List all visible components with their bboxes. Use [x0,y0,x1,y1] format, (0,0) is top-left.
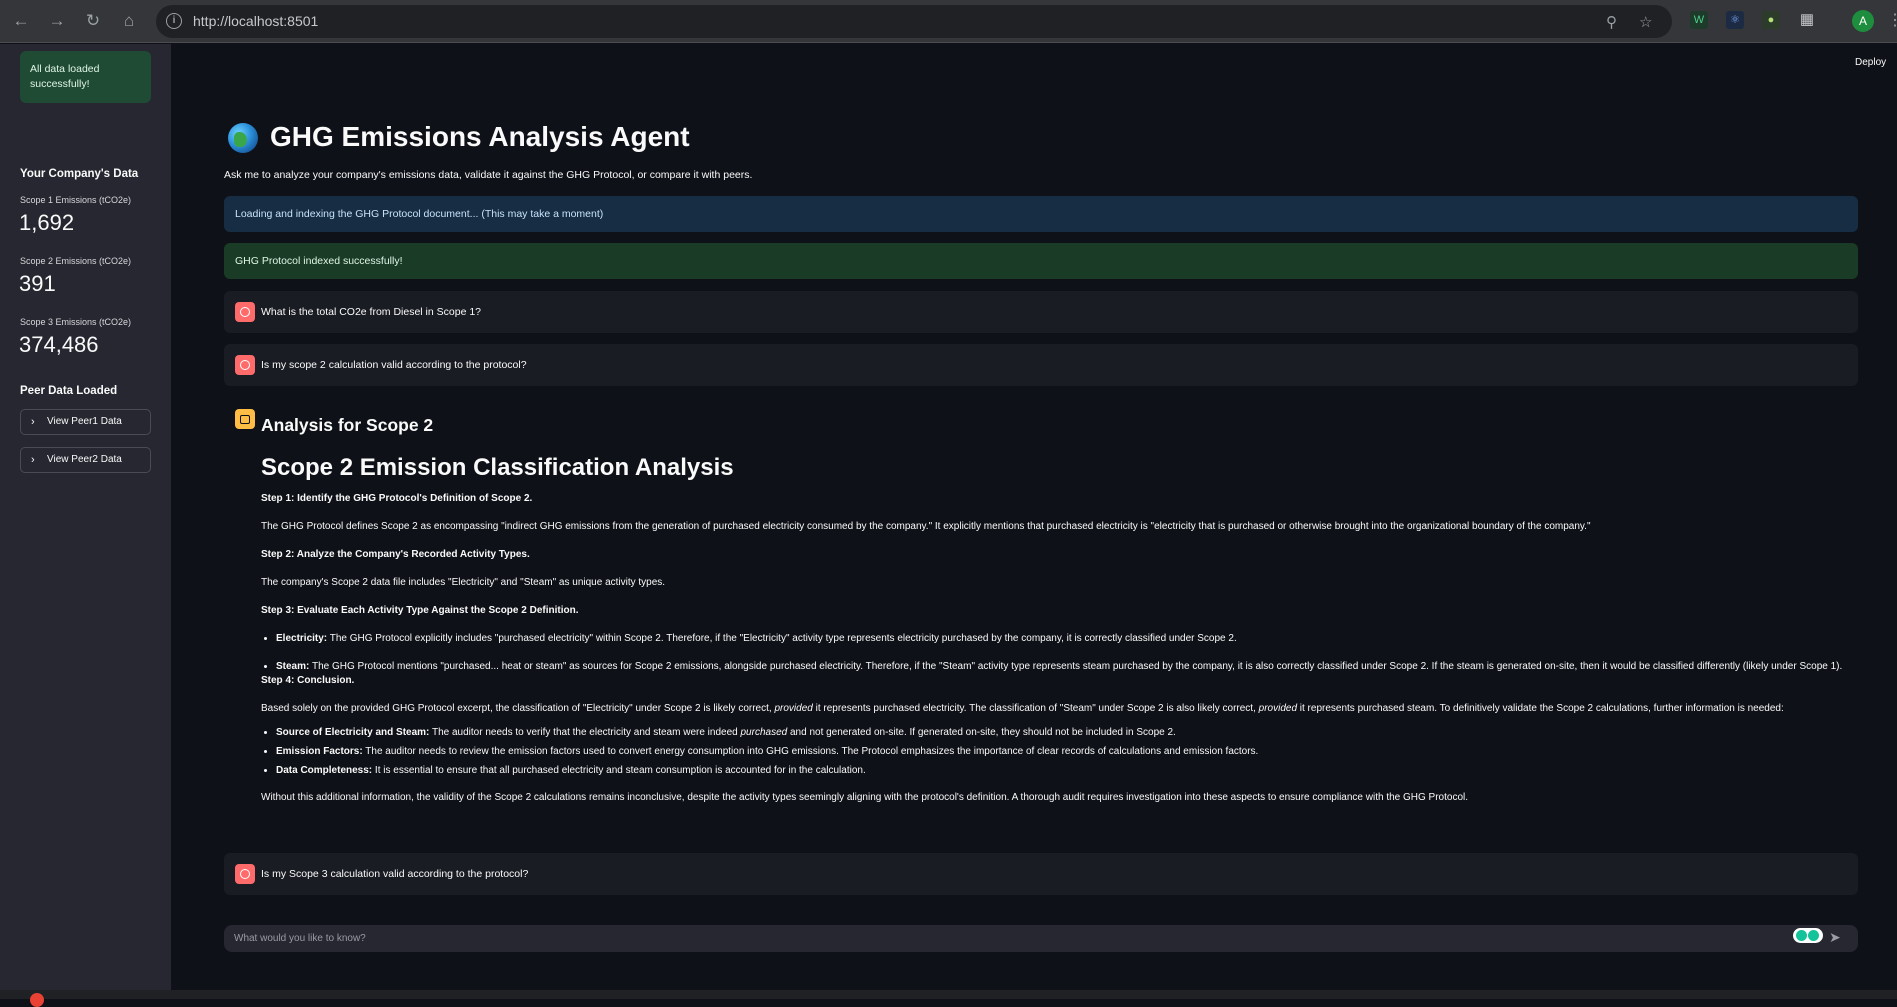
chevron-right-icon: › [31,416,35,428]
user-chat-message: What is the total CO2e from Diesel in Sc… [224,291,1858,333]
final-text: Without this additional information, the… [261,792,1469,803]
page-subtitle: Ask me to analyze your company's emissio… [224,169,753,181]
profile-avatar[interactable]: A [1852,10,1874,32]
list-item-text: The GHG Protocol mentions "purchased... … [309,661,1843,672]
list-item: Data Completeness: It is essential to en… [276,764,1861,778]
list-item: Source of Electricity and Steam: The aud… [276,726,1861,740]
user-avatar-icon [235,302,255,322]
extension-globe-icon[interactable]: ● [1762,11,1780,29]
peer1-expander-label: View Peer1 Data [47,416,122,427]
requirements-list: Source of Electricity and Steam: The aud… [276,726,1861,778]
forward-arrow-icon[interactable]: → [46,10,68,32]
user-avatar-icon [235,355,255,375]
send-icon[interactable]: ➤ [1829,929,1841,946]
peer2-expander-label: View Peer2 Data [47,454,122,465]
peer2-expander[interactable]: › View Peer2 Data [20,447,151,473]
list-item-term: Electricity: [276,633,328,644]
scope1-metric-value: 1,692 [19,210,75,235]
list-item-text: The GHG Protocol explicitly includes "pu… [327,633,1237,644]
assistant-message: Analysis for Scope 2 Scope 2 Emission Cl… [261,415,1861,819]
scope3-metric-value: 374,486 [19,332,99,357]
grammarly-icon[interactable] [1793,928,1823,943]
analysis-section-title: Scope 2 Emission Classification Analysis [261,454,734,481]
conclusion-text: Based solely on the provided GHG Protoco… [261,703,1784,714]
user-chat-message: Is my Scope 3 calculation valid accordin… [224,853,1858,895]
peer1-expander[interactable]: › View Peer1 Data [20,409,151,435]
chat-input-box[interactable]: ➤ [224,925,1858,952]
chat-input[interactable] [234,925,1794,952]
assistant-avatar-icon [235,409,255,429]
step2-text: The company's Scope 2 data file includes… [261,577,666,588]
scope2-metric-label: Scope 2 Emissions (tCO2e) [20,256,132,266]
step4-title: Step 4: Conclusion. [261,675,355,686]
success-alert: GHG Protocol indexed successfully! [224,243,1858,279]
step2-title: Step 2: Analyze the Company's Recorded A… [261,549,530,560]
extension-react-icon[interactable]: ⚛ [1726,11,1744,29]
list-item: Electricity: The GHG Protocol explicitly… [276,632,1861,646]
taskbar [0,990,1897,1007]
globe-icon [228,123,258,153]
user-avatar-icon [235,864,255,884]
reload-icon[interactable]: ↻ [82,10,104,32]
scope2-metric-value: 391 [19,271,56,296]
home-icon[interactable]: ⌂ [118,10,140,32]
user-message-text: What is the total CO2e from Diesel in Sc… [261,306,482,318]
page-title: GHG Emissions Analysis Agent [270,121,690,152]
step3-title: Step 3: Evaluate Each Activity Type Agai… [261,605,579,616]
address-bar[interactable]: i http://localhost:8501 ⚲ ☆ [156,5,1672,38]
extension-w-icon[interactable]: W [1690,11,1708,29]
taskbar-app-icon[interactable] [30,993,44,1007]
url-text[interactable]: http://localhost:8501 [193,13,318,29]
list-item-term: Steam: [276,661,310,672]
step1-title: Step 1: Identify the GHG Protocol's Defi… [261,493,533,504]
browser-toolbar: ← → ↻ ⌂ i http://localhost:8501 ⚲ ☆ W ⚛ … [0,0,1897,43]
list-item: Steam: The GHG Protocol mentions "purcha… [276,660,1861,674]
company-data-heading: Your Company's Data [20,168,139,180]
step3-list: Electricity: The GHG Protocol explicitly… [276,632,1861,674]
info-alert: Loading and indexing the GHG Protocol do… [224,196,1858,232]
data-loaded-status: All data loaded successfully! [20,51,151,103]
bookmark-star-icon[interactable]: ☆ [1639,13,1652,31]
browser-menu-icon[interactable]: ⋮ [1887,10,1897,30]
extensions-puzzle-icon[interactable]: ▦ [1798,11,1816,29]
deploy-button[interactable]: Deploy [1855,57,1886,68]
list-item: Emission Factors: The auditor needs to r… [276,745,1861,759]
sidebar [0,44,171,990]
site-info-icon[interactable]: i [166,13,182,29]
user-message-text: Is my scope 2 calculation valid accordin… [261,359,527,371]
peer-data-heading: Peer Data Loaded [20,385,118,397]
user-message-text: Is my Scope 3 calculation valid accordin… [261,868,529,880]
back-arrow-icon[interactable]: ← [10,10,32,32]
zoom-icon[interactable]: ⚲ [1606,13,1617,31]
step1-text: The GHG Protocol defines Scope 2 as enco… [261,521,1591,532]
assistant-heading: Analysis for Scope 2 [261,415,434,435]
chevron-right-icon: › [31,454,35,466]
scope1-metric-label: Scope 1 Emissions (tCO2e) [20,195,132,205]
scope3-metric-label: Scope 3 Emissions (tCO2e) [20,317,132,327]
user-chat-message: Is my scope 2 calculation valid accordin… [224,344,1858,386]
